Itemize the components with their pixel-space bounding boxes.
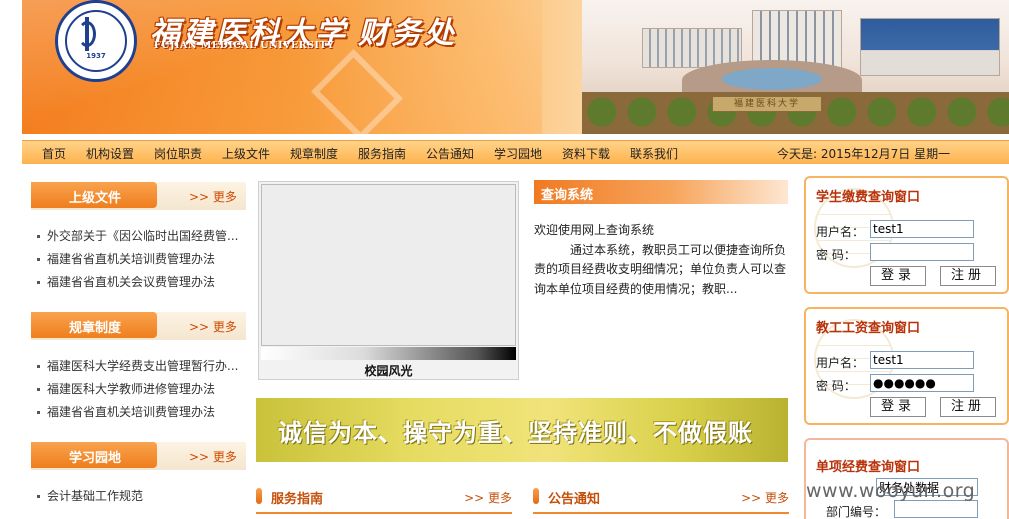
box-header: 规章制度 >> 更多 — [31, 312, 246, 340]
query-system-body: 欢迎使用网上查询系统 通过本系统，教职员工可以便捷查询所负责的项目经费收支明细情… — [534, 221, 788, 299]
doc-list: 外交部关于《因公临时出国经费管... 福建省省直机关培训费管理办法 福建省省直机… — [31, 225, 246, 294]
nav-item-service-guide[interactable]: 服务指南 — [358, 145, 406, 162]
nav-item-organization[interactable]: 机构设置 — [86, 145, 134, 162]
box-header: 学习园地 >> 更多 — [31, 442, 246, 470]
more-link[interactable]: >> 更多 — [189, 318, 237, 335]
box-tab: 上级文件 — [31, 182, 157, 208]
campus-gate: 福建医科大学 — [712, 96, 822, 112]
section-marker — [256, 488, 262, 504]
regulations-box: 规章制度 >> 更多 福建医科大学经费支出管理暂行办... 福建医科大学教师进修… — [31, 312, 246, 424]
list-item[interactable]: 会计基础工作规范 — [31, 485, 246, 508]
panel-title: 单项经费查询窗口 — [816, 460, 921, 475]
list-item[interactable]: 外交部关于《因公临时出国经费管... — [31, 225, 246, 248]
section-title: 服务指南 — [271, 492, 324, 507]
panel-title: 学生缴费查询窗口 — [816, 190, 921, 205]
password-label: 密 码： — [816, 248, 856, 262]
panel-title: 教工工资查询窗口 — [816, 321, 921, 336]
watermark-text: www.wooyun.org — [806, 480, 976, 502]
query-welcome: 欢迎使用网上查询系统 — [534, 223, 655, 237]
slogan-banner: 诚信为本、操守为重、坚持准则、不做假账 — [256, 398, 788, 462]
nav-item-downloads[interactable]: 资料下载 — [562, 145, 610, 162]
doc-list: 会计基础工作规范 — [31, 485, 246, 508]
university-logo-icon: 1937 — [55, 0, 137, 82]
dept-number-input[interactable] — [894, 500, 978, 518]
nav-item-duties[interactable]: 岗位职责 — [154, 145, 202, 162]
list-item[interactable]: 福建省省直机关培训费管理办法 — [31, 248, 246, 271]
campus-building — [860, 18, 1000, 76]
nav-item-contact[interactable]: 联系我们 — [630, 145, 678, 162]
slogan-text: 诚信为本、操守为重、坚持准则、不做假账 — [278, 419, 753, 447]
campus-photo-box: 校园风光 — [258, 181, 519, 380]
list-item[interactable]: 福建省省直机关培训费管理办法 — [31, 401, 246, 424]
more-link[interactable]: >> 更多 — [189, 448, 237, 465]
register-button[interactable]: 注册 — [940, 397, 996, 417]
campus-fountain — [722, 68, 822, 90]
box-title: 学习园地 — [69, 451, 122, 466]
department-name: 财务处 — [358, 16, 457, 51]
logo-year: 1937 — [86, 52, 106, 60]
box-tab: 规章制度 — [31, 312, 157, 338]
section-title: 公告通知 — [548, 492, 601, 507]
nav-item-announcements[interactable]: 公告通知 — [426, 145, 474, 162]
password-input[interactable] — [870, 243, 974, 261]
more-link[interactable]: >> 更多 — [464, 489, 512, 506]
query-description[interactable]: 通过本系统，教职员工可以便捷查询所负责的项目经费收支明细情况；单位负责人可以查询… — [534, 241, 788, 300]
username-input[interactable] — [870, 351, 974, 369]
superior-docs-box: 上级文件 >> 更多 外交部关于《因公临时出国经费管... 福建省省直机关培训费… — [31, 182, 246, 294]
project-fund-panel: 单项经费查询窗口 部门编号： — [804, 438, 1009, 519]
query-system-header: 查询系统 — [534, 180, 788, 204]
username-label: 用户名： — [816, 225, 865, 239]
study-box: 学习园地 >> 更多 会计基础工作规范 — [31, 442, 246, 508]
section-marker — [533, 488, 539, 504]
register-button[interactable]: 注册 — [940, 266, 996, 286]
photo-caption: 校园风光 — [364, 364, 413, 378]
service-guide-section: 服务指南 >> 更多 — [256, 484, 512, 514]
list-item[interactable]: 福建医科大学教师进修管理办法 — [31, 378, 246, 401]
current-date: 今天是: 2015年12月7日 星期一 — [777, 147, 951, 161]
nav-item-superior-docs[interactable]: 上级文件 — [222, 145, 270, 162]
username-input[interactable] — [870, 220, 974, 238]
nav-item-study[interactable]: 学习园地 — [494, 145, 542, 162]
box-tab: 学习园地 — [31, 442, 157, 468]
more-link[interactable]: >> 更多 — [189, 188, 237, 205]
nav-item-regulations[interactable]: 规章制度 — [290, 145, 338, 162]
announcements-section: 公告通知 >> 更多 — [533, 484, 789, 514]
query-system-title: 查询系统 — [541, 188, 594, 203]
box-title: 上级文件 — [69, 191, 122, 206]
photo-scroll-bar — [261, 347, 516, 360]
dept-number-label: 部门编号： — [826, 505, 887, 519]
logo-snake — [78, 21, 96, 47]
more-link[interactable]: >> 更多 — [741, 489, 789, 506]
nav-item-home[interactable]: 首页 — [42, 145, 66, 162]
staff-salary-panel: 教工工资查询窗口 用户名： 密 码： 登录 注册 — [804, 307, 1009, 425]
doc-list: 福建医科大学经费支出管理暂行办... 福建医科大学教师进修管理办法 福建省省直机… — [31, 355, 246, 424]
student-fee-panel: 学生缴费查询窗口 用户名： 密 码： 登录 注册 — [804, 176, 1009, 294]
logo-inner-ring — [65, 10, 127, 72]
password-input[interactable] — [870, 374, 974, 392]
main-nav: 首页 机构设置 岗位职责 上级文件 规章制度 服务指南 公告通知 学习园地 资料… — [22, 140, 1009, 164]
campus-photo-image[interactable] — [261, 184, 516, 346]
box-header: 上级文件 >> 更多 — [31, 182, 246, 210]
box-title: 规章制度 — [69, 321, 122, 336]
list-item[interactable]: 福建医科大学经费支出管理暂行办... — [31, 355, 246, 378]
username-label: 用户名： — [816, 356, 865, 370]
password-label: 密 码： — [816, 379, 856, 393]
login-button[interactable]: 登录 — [870, 266, 926, 286]
site-subtitle: FUJIAN MEDICAL UNIVERSITY — [154, 40, 335, 51]
list-item[interactable]: 福建省省直机关会议费管理办法 — [31, 271, 246, 294]
login-button[interactable]: 登录 — [870, 397, 926, 417]
